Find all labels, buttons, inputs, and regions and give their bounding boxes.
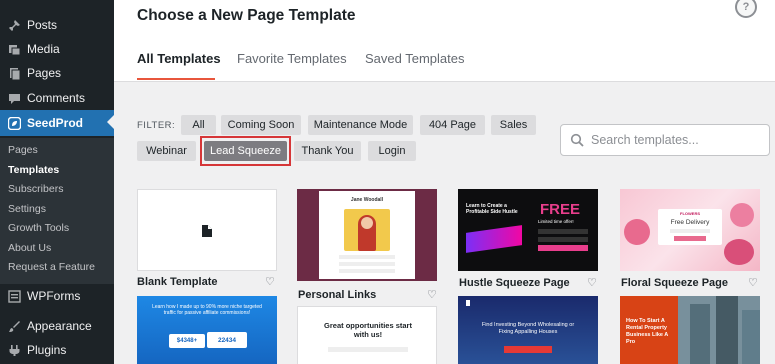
seedprod-submenu: Pages Templates Subscribers Settings Gro… (0, 138, 114, 284)
menu-item-label: Media (27, 42, 60, 56)
preview-headline: Learn to Create a Profitable Side Hustle (466, 203, 518, 215)
menu-item-appearance[interactable]: Appearance (0, 314, 114, 338)
heart-icon[interactable]: ♡ (748, 276, 758, 289)
preview-title: Jane Woodall (350, 197, 384, 203)
tab-saved-templates[interactable]: Saved Templates (365, 51, 465, 66)
menu-item-wpforms[interactable]: WPForms (0, 284, 114, 308)
menu-item-posts[interactable]: Posts (0, 13, 114, 37)
plugin-icon (7, 343, 21, 357)
filter-label: FILTER: (137, 120, 176, 131)
page-icon (7, 66, 21, 80)
filter-chip-sales[interactable]: Sales (491, 115, 536, 135)
filter-chip-thank-you[interactable]: Thank You (294, 141, 361, 161)
template-card-rental[interactable]: How To Start A Rental Property Business … (620, 296, 760, 364)
comment-icon (7, 91, 21, 105)
menu-item-label: WPForms (27, 289, 81, 303)
filter-chip-login[interactable]: Login (368, 141, 416, 161)
template-card-investing[interactable]: Find Investing Beyond Wholesaling or Fix… (458, 296, 598, 364)
filter-chip-all[interactable]: All (181, 115, 216, 135)
search-icon (570, 133, 584, 147)
menu-item-label: Pages (27, 66, 62, 80)
tab-favorite-templates[interactable]: Favorite Templates (237, 51, 347, 66)
menu-item-pages[interactable]: Pages (0, 61, 114, 85)
media-icon (7, 42, 21, 56)
filter-chip-404-page[interactable]: 404 Page (420, 115, 485, 135)
template-chooser: Choose a New Page Template ? All Templat… (114, 0, 775, 364)
preview-sub: Limited time offer! (538, 219, 574, 224)
menu-item-label: Comments (27, 91, 86, 105)
blank-page-icon (202, 225, 212, 237)
template-title: Hustle Squeeze Page (459, 277, 570, 289)
search-box[interactable] (560, 124, 770, 156)
pin-icon (7, 18, 21, 32)
menu-item-label: Appearance (27, 319, 92, 333)
preview-brand: FLOWERS (680, 211, 700, 216)
preview-photo (344, 209, 390, 251)
wpforms-icon (7, 289, 21, 303)
template-title: Floral Squeeze Page (621, 277, 728, 289)
preview-headline: How To Start A Rental Property Business … (626, 318, 669, 345)
preview-headline: Free Delivery (670, 219, 710, 226)
template-card-floral-squeeze[interactable]: FLOWERS Free Delivery (620, 189, 760, 271)
preview-frame: Jane Woodall (319, 191, 415, 279)
template-card-blank[interactable] (137, 189, 277, 271)
preview-headline: Great opportunities start with us! (324, 321, 412, 340)
tab-all-templates[interactable]: All Templates (137, 51, 221, 66)
preview-badge: FREE (540, 201, 581, 218)
filter-chip-coming-soon[interactable]: Coming Soon (221, 115, 301, 135)
submenu-item-subscribers[interactable]: Subscribers (8, 183, 63, 195)
preview-stat: $4348+ (169, 334, 205, 348)
preview-headline: Find Investing Beyond Wholesaling or Fix… (481, 322, 575, 335)
menu-item-seedprod[interactable]: SeedProd (0, 110, 114, 136)
filter-chip-maintenance-mode[interactable]: Maintenance Mode (308, 115, 413, 135)
menu-item-label: Posts (27, 18, 58, 32)
template-card-affiliate[interactable]: Learn how I made up to 90% more niche ta… (137, 296, 277, 364)
preview-headline: Learn how I made up to 90% more niche ta… (152, 304, 262, 317)
search-input[interactable] (591, 133, 761, 147)
preview-stat: 22434 (207, 332, 247, 348)
template-card-hustle-squeeze[interactable]: Learn to Create a Profitable Side Hustle… (458, 189, 598, 271)
filter-chip-webinar[interactable]: Webinar (137, 141, 196, 161)
submenu-item-about-us[interactable]: About Us (8, 242, 51, 254)
menu-item-label: SeedProd (27, 116, 84, 130)
submenu-item-pages[interactable]: Pages (8, 144, 38, 156)
submenu-item-request-feature[interactable]: Request a Feature (8, 261, 95, 273)
page-title: Choose a New Page Template (137, 7, 356, 24)
menu-item-label: Plugins (27, 343, 67, 357)
menu-item-media[interactable]: Media (0, 37, 114, 61)
template-title: Personal Links (298, 289, 377, 301)
menu-item-plugins[interactable]: Plugins (0, 338, 114, 362)
selection-highlight (200, 136, 291, 166)
submenu-item-growth-tools[interactable]: Growth Tools (8, 222, 69, 234)
page-header: Choose a New Page Template ? All Templat… (114, 0, 775, 82)
heart-icon[interactable]: ♡ (427, 288, 437, 301)
brush-icon (7, 319, 21, 333)
menu-item-comments[interactable]: Comments (0, 86, 114, 110)
heart-icon[interactable]: ♡ (587, 276, 597, 289)
submenu-item-settings[interactable]: Settings (8, 203, 46, 215)
template-card-personal-links[interactable]: Jane Woodall (297, 189, 437, 281)
submenu-item-templates[interactable]: Templates (8, 164, 59, 176)
heart-icon[interactable]: ♡ (265, 275, 275, 288)
active-tab-indicator (137, 78, 215, 80)
template-title: Blank Template (137, 276, 218, 288)
help-icon[interactable]: ? (735, 0, 757, 18)
template-card-opportunities[interactable]: Great opportunities start with us! (297, 306, 437, 364)
preview-panel: FLOWERS Free Delivery (658, 209, 722, 245)
admin-sidebar: Posts Media Pages Comments SeedProd Page… (0, 0, 114, 364)
seedprod-icon (7, 116, 21, 130)
